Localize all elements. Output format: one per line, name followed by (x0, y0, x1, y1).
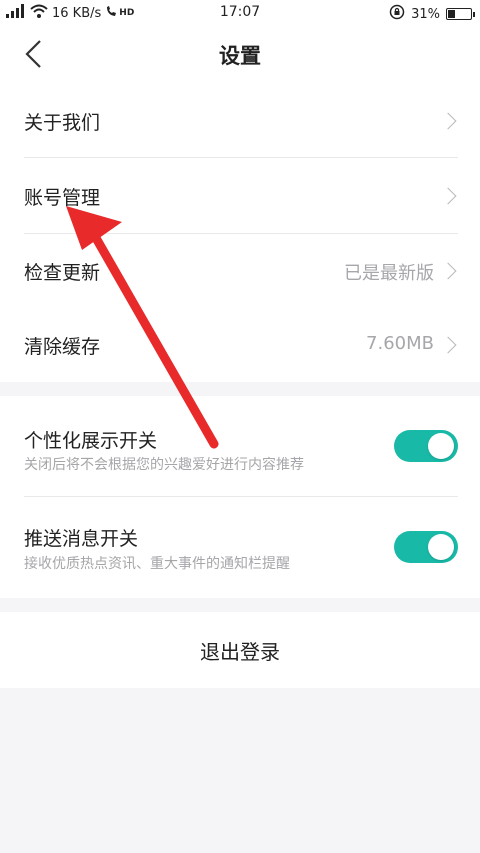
menu-item-label: 关于我们 (24, 112, 101, 134)
chevron-right-icon (439, 187, 457, 205)
menu-item-label: 账号管理 (24, 187, 101, 209)
battery-fill (448, 10, 456, 18)
settings-group-toggles: 个性化展示开关 关闭后将不会根据您的兴趣爱好进行内容推荐 推送消息开关 接收优质… (0, 396, 480, 598)
menu-item-label: 检查更新 (24, 262, 101, 284)
nav-bar: 设置 (0, 26, 480, 84)
toggle-subtitle: 关闭后将不会根据您的兴趣爱好进行内容推荐 (24, 457, 304, 473)
switch-knob (428, 534, 454, 560)
toggle-row-personalized: 个性化展示开关 关闭后将不会根据您的兴趣爱好进行内容推荐 (0, 396, 480, 497)
logout-button[interactable]: 退出登录 (0, 636, 480, 665)
status-bar: 16 KB/s HD 17:07 31% (0, 0, 480, 26)
personalized-toggle-switch[interactable] (394, 430, 458, 462)
chevron-right-icon (439, 336, 457, 354)
push-toggle-switch[interactable] (394, 531, 458, 563)
settings-group-general: 关于我们 账号管理 检查更新 已是最新版 清除缓存 7.60MB (0, 84, 480, 382)
menu-item-account[interactable]: 账号管理 (0, 158, 480, 234)
toggle-subtitle: 接收优质热点资讯、重大事件的通知栏提醒 (24, 556, 290, 572)
chevron-right-icon (439, 112, 457, 130)
menu-item-update[interactable]: 检查更新 已是最新版 (0, 234, 480, 308)
menu-item-cache[interactable]: 清除缓存 7.60MB (0, 308, 480, 382)
menu-item-about[interactable]: 关于我们 (0, 84, 480, 158)
toggle-row-push: 推送消息开关 接收优质热点资讯、重大事件的通知栏提醒 (0, 497, 480, 598)
status-right: 31% (389, 4, 475, 24)
toggle-title: 个性化展示开关 (24, 430, 158, 452)
settings-group-logout: 退出登录 (0, 612, 480, 688)
battery-percent: 31% (411, 6, 440, 22)
switch-knob (428, 433, 454, 459)
chevron-right-icon (439, 262, 457, 280)
cache-size: 7.60MB (366, 333, 434, 354)
menu-item-label: 清除缓存 (24, 336, 101, 358)
page-title: 设置 (219, 44, 261, 68)
rotation-lock-icon (389, 4, 405, 24)
update-status: 已是最新版 (344, 263, 434, 284)
toggle-title: 推送消息开关 (24, 528, 139, 550)
battery-icon (446, 8, 475, 20)
